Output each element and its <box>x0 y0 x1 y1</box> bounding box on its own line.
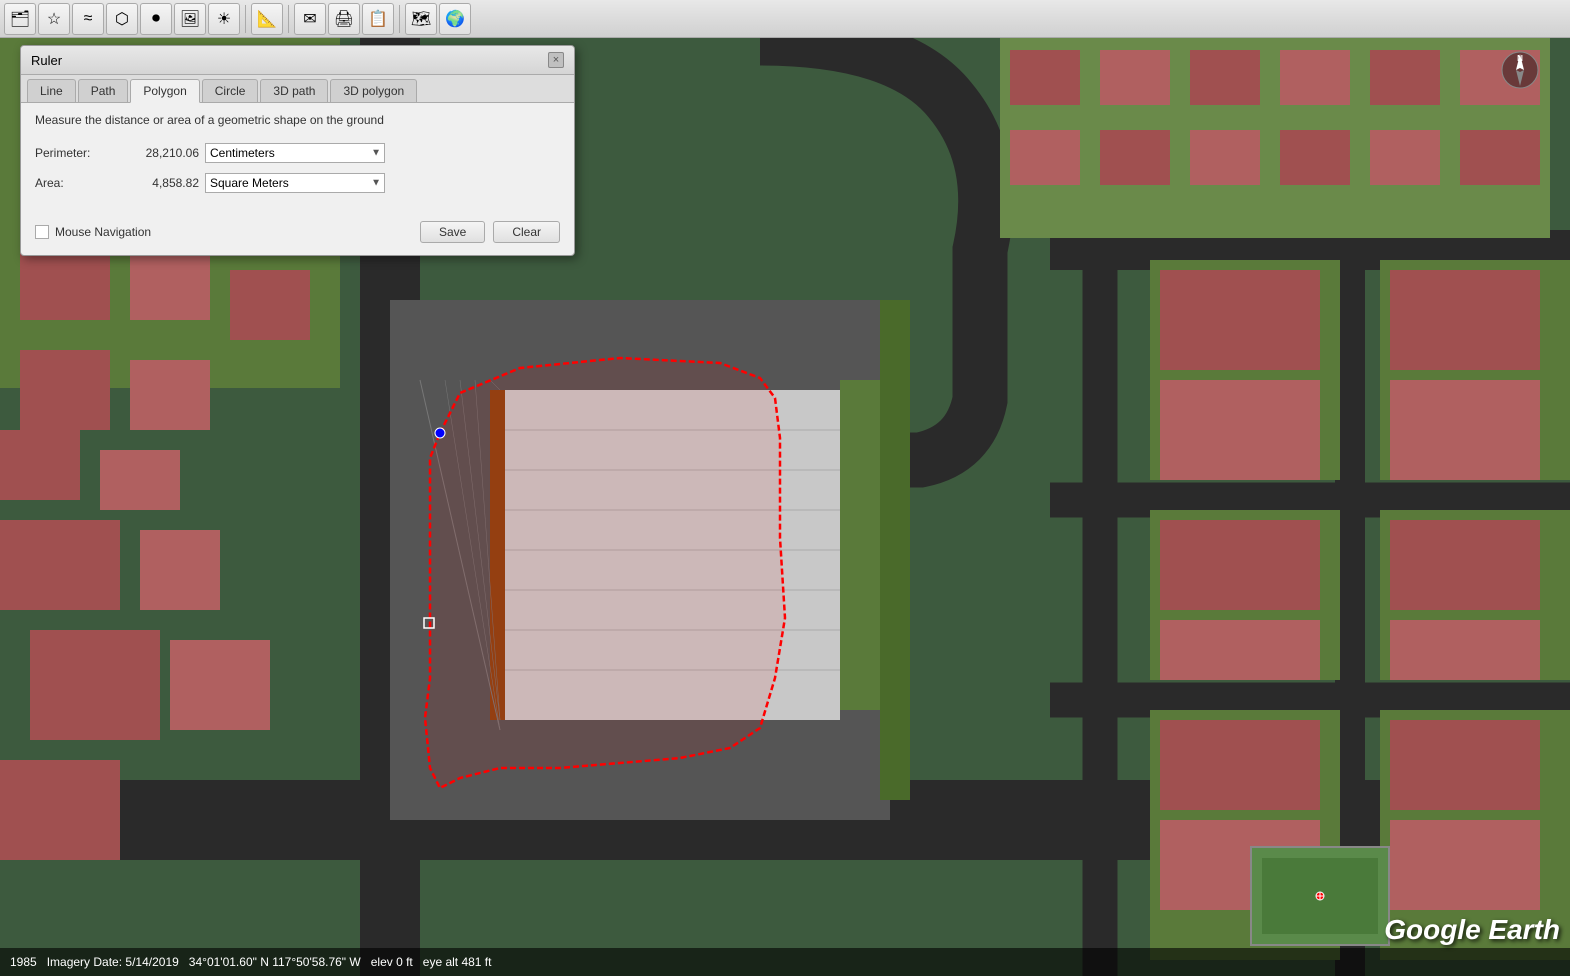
ge-logo: Google Earth <box>1384 914 1560 946</box>
ruler-body: Measure the distance or area of a geomet… <box>21 103 574 213</box>
perimeter-unit-select[interactable]: Centimeters Meters Kilometers Feet Yards… <box>205 143 385 163</box>
toolbar-btn-add-polygon[interactable]: ⬡ <box>106 3 138 35</box>
ge-imagery-date: Imagery Date: 5/14/2019 <box>47 955 179 969</box>
mouse-nav-checkbox[interactable] <box>35 225 49 239</box>
toolbar-btn-image-overlay[interactable]: 🖼 <box>174 3 206 35</box>
clear-button[interactable]: Clear <box>493 221 560 243</box>
area-label: Area: <box>35 176 115 190</box>
perimeter-label: Perimeter: <box>35 146 115 160</box>
ruler-tabs: Line Path Polygon Circle 3D path 3D poly… <box>21 75 574 103</box>
toolbar-btn-layers[interactable]: 🗂 <box>4 3 36 35</box>
perimeter-row: Perimeter: 28,210.06 Centimeters Meters … <box>35 143 560 163</box>
area-unit-wrapper: Square Meters Square Kilometers Square F… <box>205 173 385 193</box>
toolbar-btn-add-path[interactable]: ≈ <box>72 3 104 35</box>
ge-coordinates: 34°01'01.60" N 117°50'58.76" W <box>189 955 361 969</box>
tab-3d-polygon[interactable]: 3D polygon <box>330 79 417 102</box>
ge-status-bar: 1985 Imagery Date: 5/14/2019 34°01'01.60… <box>0 948 1570 976</box>
tab-path[interactable]: Path <box>78 79 129 102</box>
toolbar: 🗂 ☆ ≈ ⬡ ⏺ 🖼 ☀ 📐 ✉ 🖨 📋 🗺 🌍 <box>0 0 1570 38</box>
area-value: 4,858.82 <box>115 176 205 190</box>
toolbar-btn-email[interactable]: ✉ <box>294 3 326 35</box>
mini-map <box>1250 846 1390 946</box>
ge-year: 1985 <box>10 955 37 969</box>
mouse-nav-area: Mouse Navigation <box>35 225 151 239</box>
save-button[interactable]: Save <box>420 221 485 243</box>
ruler-description: Measure the distance or area of a geomet… <box>35 113 560 127</box>
tab-line[interactable]: Line <box>27 79 76 102</box>
toolbar-separator-3 <box>399 5 400 33</box>
toolbar-separator-2 <box>288 5 289 33</box>
perimeter-value: 28,210.06 <box>115 146 205 160</box>
tab-circle[interactable]: Circle <box>202 79 259 102</box>
svg-text:N: N <box>1517 54 1523 63</box>
toolbar-btn-print[interactable]: 🖨 <box>328 3 360 35</box>
toolbar-btn-earth[interactable]: 🌍 <box>439 3 471 35</box>
ruler-title: Ruler <box>31 53 62 68</box>
compass: N <box>1500 50 1540 90</box>
toolbar-btn-sunlight[interactable]: ☀ <box>208 3 240 35</box>
toolbar-btn-ruler[interactable]: 📐 <box>251 3 283 35</box>
ge-logo-area: Google Earth <box>1384 914 1560 946</box>
ge-elevation: elev 0 ft <box>371 955 413 969</box>
perimeter-unit-wrapper: Centimeters Meters Kilometers Feet Yards… <box>205 143 385 163</box>
ruler-titlebar: Ruler × <box>21 46 574 75</box>
ruler-dialog: Ruler × Line Path Polygon Circle 3D path… <box>20 45 575 256</box>
toolbar-btn-map[interactable]: 🗺 <box>405 3 437 35</box>
area-unit-select[interactable]: Square Meters Square Kilometers Square F… <box>205 173 385 193</box>
toolbar-btn-add-placemark[interactable]: ☆ <box>38 3 70 35</box>
tab-3d-path[interactable]: 3D path <box>260 79 328 102</box>
toolbar-separator-1 <box>245 5 246 33</box>
toolbar-btn-copy[interactable]: 📋 <box>362 3 394 35</box>
tab-polygon[interactable]: Polygon <box>130 79 199 103</box>
toolbar-btn-record-tour[interactable]: ⏺ <box>140 3 172 35</box>
ge-bottom-left: 1985 Imagery Date: 5/14/2019 34°01'01.60… <box>10 955 491 969</box>
ruler-footer: Mouse Navigation Save Clear <box>21 213 574 255</box>
area-row: Area: 4,858.82 Square Meters Square Kilo… <box>35 173 560 193</box>
ge-eye-altitude: eye alt 481 ft <box>423 955 492 969</box>
ruler-close-button[interactable]: × <box>548 52 564 68</box>
mouse-nav-label: Mouse Navigation <box>55 225 151 239</box>
footer-buttons: Save Clear <box>420 221 560 243</box>
